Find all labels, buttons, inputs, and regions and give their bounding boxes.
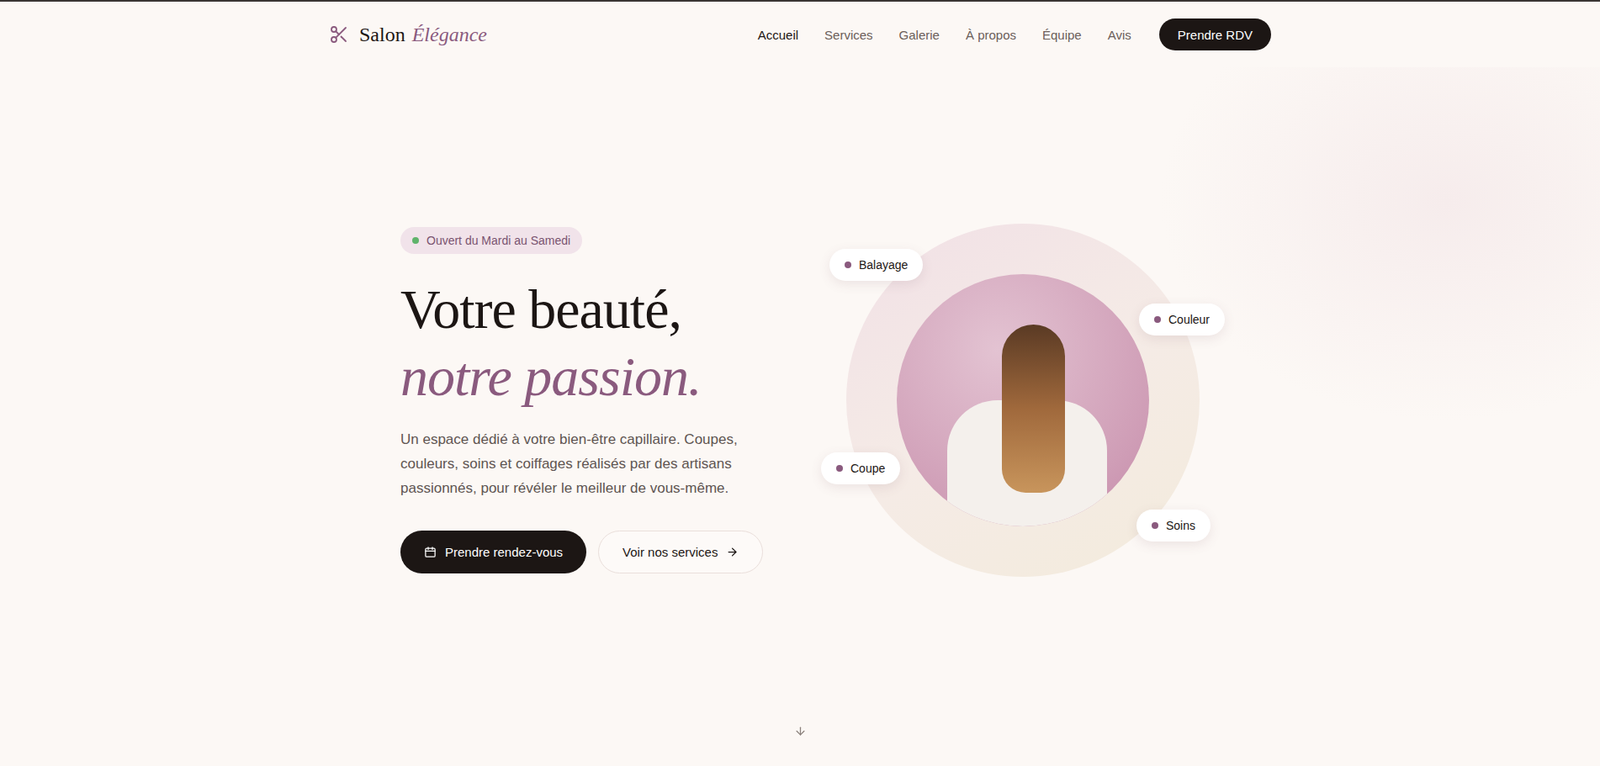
nav-link[interactable]: Accueil	[757, 27, 799, 43]
service-tag: Coupe	[821, 452, 901, 485]
calendar-icon	[423, 545, 437, 559]
nav-link[interactable]: Équipe	[1042, 27, 1082, 43]
hero-visual: Balayage Couleur Coupe Soins	[846, 223, 1200, 578]
page: Salon Élégance Accueil Services Galerie À p…	[0, 0, 1600, 766]
services-button[interactable]: Voir nos services	[598, 530, 763, 574]
logo-name: Salon	[359, 23, 406, 47]
hero-photo	[896, 274, 1150, 527]
logo[interactable]: Salon Élégance	[328, 23, 488, 47]
scissors-icon	[328, 24, 350, 45]
service-tag: Couleur	[1139, 303, 1225, 336]
hero-title: Votre beauté, notre passion.	[400, 275, 771, 411]
nav-link[interactable]: Avis	[1107, 27, 1132, 43]
nav-cta-button[interactable]: Prendre RDV	[1159, 18, 1272, 51]
nav-link[interactable]: À propos	[965, 27, 1017, 43]
nav-links: Accueil Services Galerie À propos Équipe Avis…	[757, 18, 1272, 51]
arrow-down-icon	[794, 725, 807, 738]
book-button[interactable]: Prendre rendez-vous	[400, 530, 587, 574]
arrow-right-icon	[725, 545, 739, 559]
nav-link[interactable]: Galerie	[899, 27, 940, 43]
scroll-down[interactable]	[0, 725, 1600, 766]
hero-description: Un espace dédié à votre bien-être capill…	[400, 427, 771, 501]
service-tag: Soins	[1136, 509, 1211, 542]
navbar: Salon Élégance Accueil Services Galerie À p…	[0, 1, 1600, 68]
hero-actions: Prendre rendez-vous Voir nos services	[400, 530, 771, 574]
logo-accent: Élégance	[412, 23, 488, 47]
open-badge: Ouvert du Mardi au Samedi	[400, 227, 583, 255]
status-dot	[412, 237, 419, 244]
hero: Ouvert du Mardi au Samedi Votre beauté, …	[0, 67, 1600, 766]
nav-link[interactable]: Services	[824, 27, 874, 43]
service-tag: Balayage	[829, 249, 923, 281]
hero-text: Ouvert du Mardi au Samedi Votre beauté, …	[400, 227, 771, 574]
